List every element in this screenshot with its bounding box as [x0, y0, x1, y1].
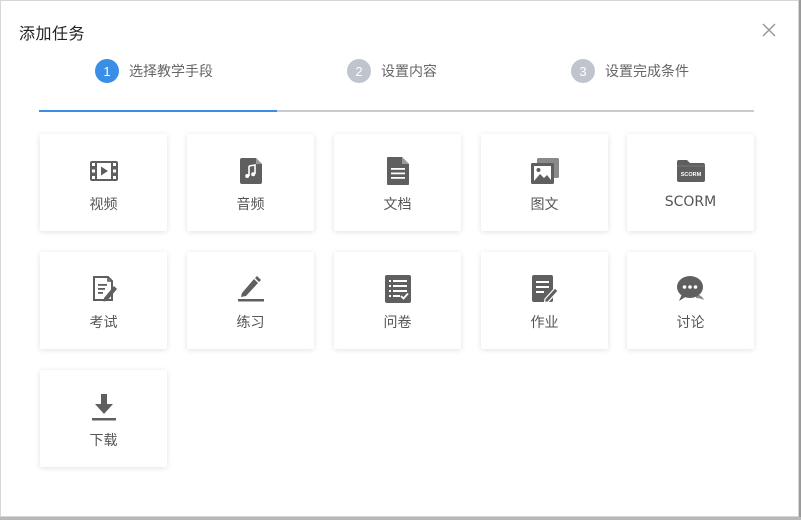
task-type-image-text[interactable]: 图文	[481, 134, 608, 231]
document-icon	[383, 156, 413, 186]
task-type-image-text-label: 图文	[530, 197, 559, 213]
close-button[interactable]	[758, 19, 780, 41]
download-icon	[89, 392, 119, 422]
homework-icon	[530, 274, 560, 304]
questionnaire-icon	[383, 274, 413, 304]
task-type-scorm[interactable]: SCORM SCORM	[627, 134, 754, 231]
task-type-discussion[interactable]: 讨论	[627, 252, 754, 349]
scorm-icon-text: SCORM	[680, 172, 701, 178]
step-1-number: 1	[95, 59, 119, 83]
step-2-number: 2	[347, 59, 371, 83]
step-2-label: 设置内容	[381, 64, 437, 80]
task-type-discussion-label: 讨论	[676, 315, 705, 331]
audio-icon	[236, 156, 266, 186]
step-3-label: 设置完成条件	[605, 64, 689, 80]
task-type-document-label: 文档	[383, 197, 412, 213]
task-type-download-label: 下载	[89, 433, 118, 449]
task-type-practice-label: 练习	[236, 315, 265, 331]
step-indicator: 1 选择教学手段 2 设置内容 3 设置完成条件	[1, 59, 798, 83]
task-type-video[interactable]: 视频	[40, 134, 167, 231]
scorm-folder-icon: SCORM	[676, 156, 706, 186]
exam-icon	[89, 274, 119, 304]
task-type-document[interactable]: 文档	[334, 134, 461, 231]
step-progress-bar	[39, 110, 754, 112]
step-3: 3 设置完成条件	[571, 59, 689, 83]
task-type-questionnaire[interactable]: 问卷	[334, 252, 461, 349]
step-2: 2 设置内容	[347, 59, 437, 83]
task-type-scorm-label: SCORM	[664, 194, 717, 210]
step-1: 1 选择教学手段	[95, 59, 213, 83]
step-progress-fill	[39, 110, 278, 112]
task-type-questionnaire-label: 问卷	[383, 315, 412, 331]
video-icon	[89, 156, 119, 186]
task-type-exam[interactable]: 考试	[40, 252, 167, 349]
step-1-label: 选择教学手段	[129, 64, 213, 80]
task-type-audio[interactable]: 音频	[187, 134, 314, 231]
step-3-number: 3	[571, 59, 595, 83]
discussion-icon	[676, 274, 706, 304]
task-type-homework-label: 作业	[530, 315, 559, 331]
task-type-video-label: 视频	[89, 197, 118, 213]
task-type-practice[interactable]: 练习	[187, 252, 314, 349]
dialog-title: 添加任务	[19, 24, 86, 43]
image-text-icon	[530, 156, 560, 186]
close-icon	[762, 23, 776, 37]
task-type-download[interactable]: 下载	[40, 370, 167, 467]
practice-icon	[236, 274, 266, 304]
task-type-homework[interactable]: 作业	[481, 252, 608, 349]
task-type-audio-label: 音频	[236, 197, 265, 213]
add-task-dialog: 添加任务 1 选择教学手段 2 设置内容 3 设置完成条件 视频 音频 文档 图…	[0, 0, 799, 517]
task-type-exam-label: 考试	[89, 315, 118, 331]
